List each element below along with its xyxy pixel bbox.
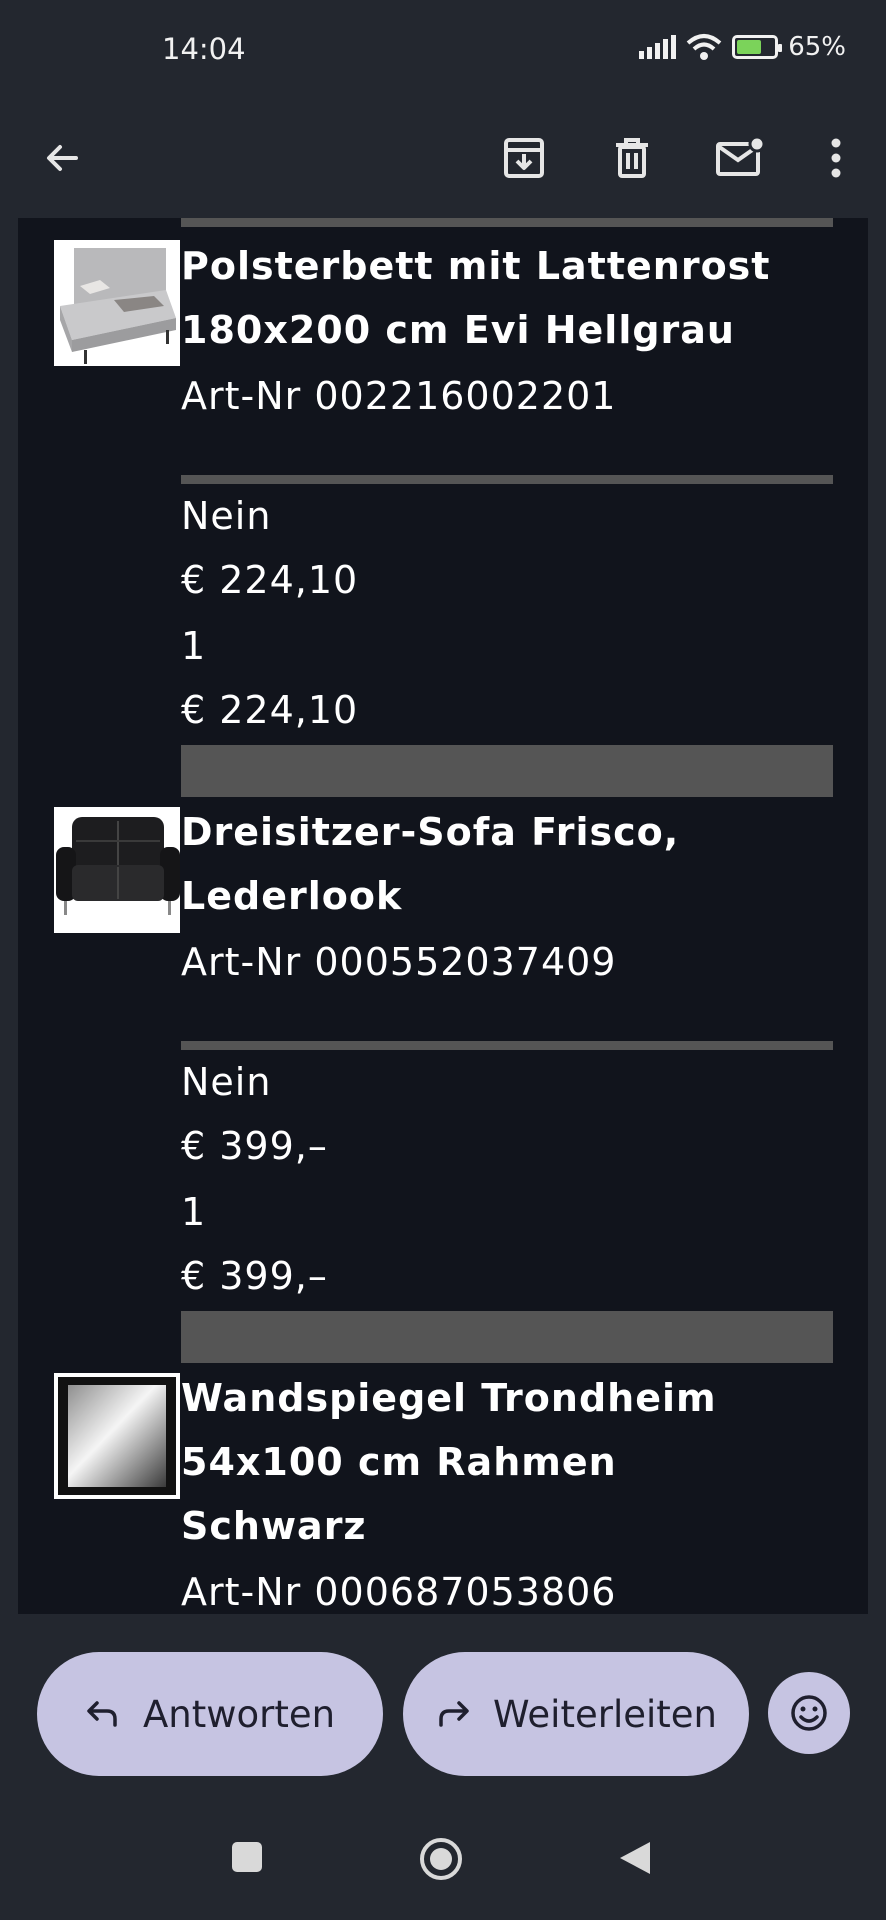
product-image-mirror[interactable] (54, 1373, 180, 1499)
signal-icon (639, 35, 677, 59)
app-bar (0, 100, 886, 220)
product-title-line: Wandspiegel Trondheim (181, 1376, 717, 1420)
product-title-line: 54x100 cm Rahmen (181, 1440, 617, 1484)
product-title-line: 180x200 cm Evi Hellgrau (181, 308, 735, 352)
forward-label: Weiterleiten (493, 1692, 717, 1736)
quantity: 1 (181, 1190, 207, 1234)
forward-button[interactable]: Weiterleiten (403, 1652, 749, 1776)
line-total: € 224,10 (181, 688, 359, 732)
status-icons: 65% (639, 32, 846, 62)
article-number: Art-Nr 000552037409 (181, 940, 617, 984)
square-icon (232, 1842, 262, 1872)
option-value: Nein (181, 1060, 272, 1104)
forward-icon (439, 1701, 469, 1727)
trash-icon (616, 138, 648, 178)
back-button[interactable] (30, 126, 94, 190)
article-number: Art-Nr 002216002201 (181, 374, 617, 418)
email-body[interactable]: Polsterbett mit Lattenrost 180x200 cm Ev… (18, 218, 868, 1614)
divider (181, 218, 833, 227)
reply-icon (87, 1701, 117, 1727)
more-options-button[interactable] (804, 126, 868, 190)
option-value: Nein (181, 494, 272, 538)
battery-icon (732, 35, 783, 59)
bed-image (54, 240, 180, 366)
circle-icon (420, 1838, 462, 1880)
more-vertical-icon (831, 138, 841, 178)
status-bar: 14:04 65% (0, 0, 886, 100)
product-title[interactable]: Dreisitzer-Sofa Frisco, Lederlook (181, 800, 861, 928)
product-image-sofa[interactable] (54, 807, 180, 933)
bottom-action-bar: Antworten Weiterleiten (0, 1614, 886, 1920)
product-title-line: Lederlook (181, 874, 403, 918)
product-image-bed[interactable] (54, 240, 180, 366)
battery-percent: 65% (788, 32, 846, 62)
article-number: Art-Nr 000687053806 (181, 1570, 617, 1614)
divider (181, 745, 833, 797)
smiley-icon (791, 1695, 827, 1731)
product-title-line: Dreisitzer-Sofa Frisco, (181, 810, 680, 854)
wifi-icon (686, 34, 722, 60)
emoji-reaction-button[interactable] (768, 1672, 850, 1754)
status-time: 14:04 (162, 32, 246, 66)
triangle-back-icon (620, 1842, 650, 1874)
divider (181, 1041, 833, 1050)
mirror-image (54, 1373, 180, 1499)
quantity: 1 (181, 624, 207, 668)
arrow-left-icon (47, 145, 78, 171)
mark-unread-button[interactable] (708, 126, 772, 190)
line-total: € 399,– (181, 1254, 328, 1298)
reply-label: Antworten (142, 1692, 336, 1736)
sofa-image (54, 807, 180, 933)
delete-button[interactable] (600, 126, 664, 190)
unit-price: € 224,10 (181, 558, 359, 602)
back-nav-button[interactable] (618, 1840, 652, 1880)
product-title-line: Polsterbett mit Lattenrost (181, 244, 771, 288)
mail-unread-icon (716, 136, 765, 176)
product-title[interactable]: Polsterbett mit Lattenrost 180x200 cm Ev… (181, 234, 861, 362)
product-title[interactable]: Wandspiegel Trondheim 54x100 cm Rahmen S… (181, 1366, 861, 1558)
recents-button[interactable] (230, 1840, 264, 1878)
divider (181, 1311, 833, 1363)
reply-button[interactable]: Antworten (37, 1652, 383, 1776)
divider (181, 475, 833, 484)
archive-icon (504, 138, 544, 178)
unit-price: € 399,– (181, 1124, 328, 1168)
archive-button[interactable] (492, 126, 556, 190)
home-button[interactable] (418, 1836, 464, 1886)
product-title-line: Schwarz (181, 1504, 367, 1548)
